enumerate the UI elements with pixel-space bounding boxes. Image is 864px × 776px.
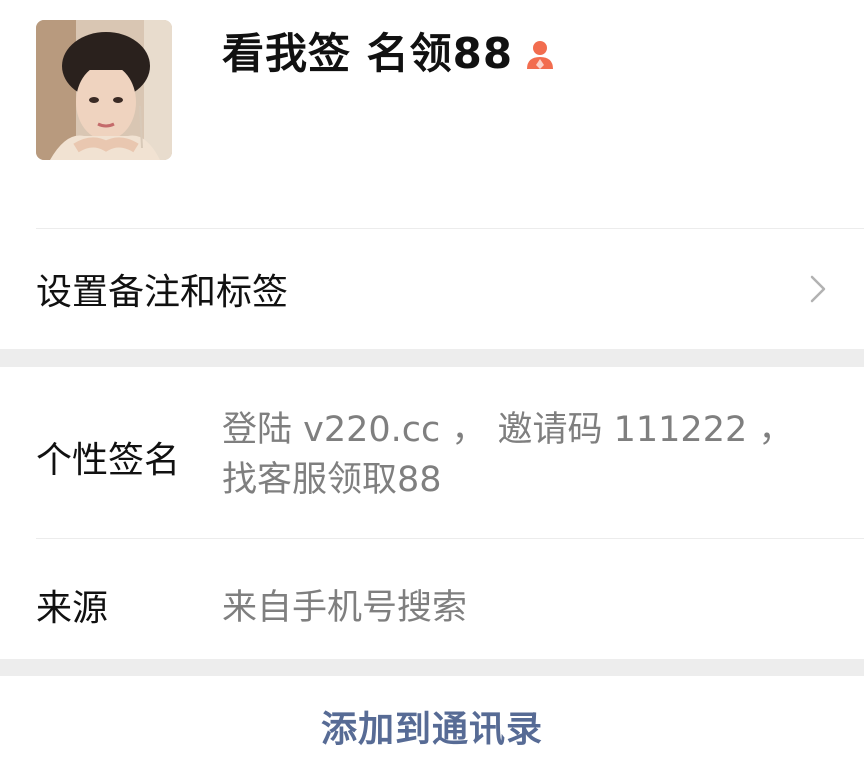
female-user-icon [523, 37, 557, 71]
signature-label: 个性签名 [36, 440, 181, 481]
chevron-right-icon [810, 275, 826, 303]
section-separator [0, 659, 864, 676]
source-label: 来源 [36, 588, 109, 629]
avatar-photo [36, 20, 172, 160]
display-name: 看我签 名领88 [222, 29, 514, 78]
contact-profile-page: 看我签 名领88 设置备注和标签 个性签名 登陆 v220.cc ， 邀请码 1… [0, 0, 864, 776]
set-remark-and-tags-row[interactable]: 设置备注和标签 [0, 229, 864, 349]
source-row: 来源 来自手机号搜索 [0, 539, 864, 659]
display-name-row: 看我签 名领88 [222, 24, 557, 84]
add-to-contacts-label: 添加到通讯录 [320, 709, 543, 750]
add-to-contacts-button[interactable]: 添加到通讯录 [0, 676, 864, 776]
signature-row: 个性签名 登陆 v220.cc ， 邀请码 111222 ， 找客服领取88 [0, 367, 864, 539]
section-separator [0, 349, 864, 367]
set-remark-and-tags-label: 设置备注和标签 [36, 272, 289, 313]
avatar[interactable] [36, 20, 172, 160]
source-value: 来自手机号搜索 [222, 588, 468, 628]
signature-value: 登陆 v220.cc ， 邀请码 111222 ， 找客服领取88 [222, 410, 794, 500]
